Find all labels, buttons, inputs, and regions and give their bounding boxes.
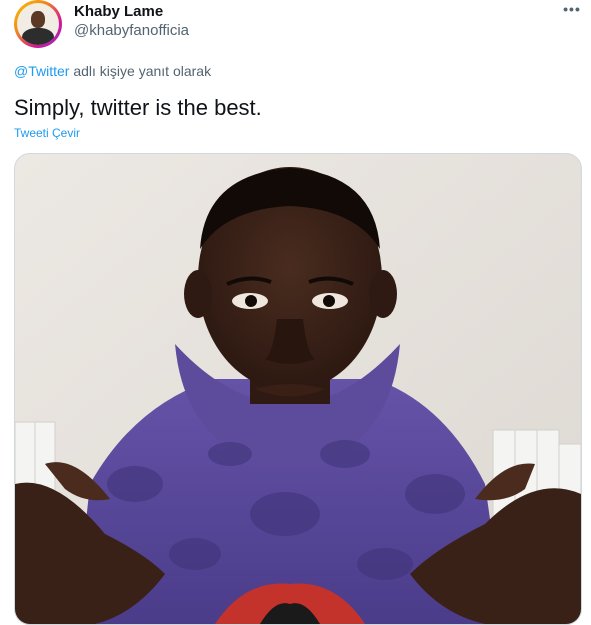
reply-context-text: adlı kişiye yanıt olarak	[73, 63, 212, 79]
translate-tweet-link[interactable]: Tweeti Çevir	[14, 126, 80, 140]
display-name[interactable]: Khaby Lame	[74, 3, 163, 20]
avatar-body-shape	[22, 28, 54, 45]
user-handle[interactable]: @khabyfanofficia	[74, 22, 189, 39]
tweet-media[interactable]	[14, 153, 582, 625]
more-horizontal-icon: •••	[563, 1, 581, 17]
reply-context: @Twitter adlı kişiye yanıt olarak	[14, 63, 211, 79]
tweet-text: Simply, twitter is the best.	[14, 95, 262, 120]
avatar-head-shape	[31, 11, 45, 28]
reply-mention-link[interactable]: @Twitter	[14, 63, 69, 79]
more-options-button[interactable]: •••	[560, 0, 584, 22]
avatar[interactable]	[14, 0, 62, 48]
media-photo	[15, 154, 581, 624]
avatar-photo	[17, 3, 59, 45]
